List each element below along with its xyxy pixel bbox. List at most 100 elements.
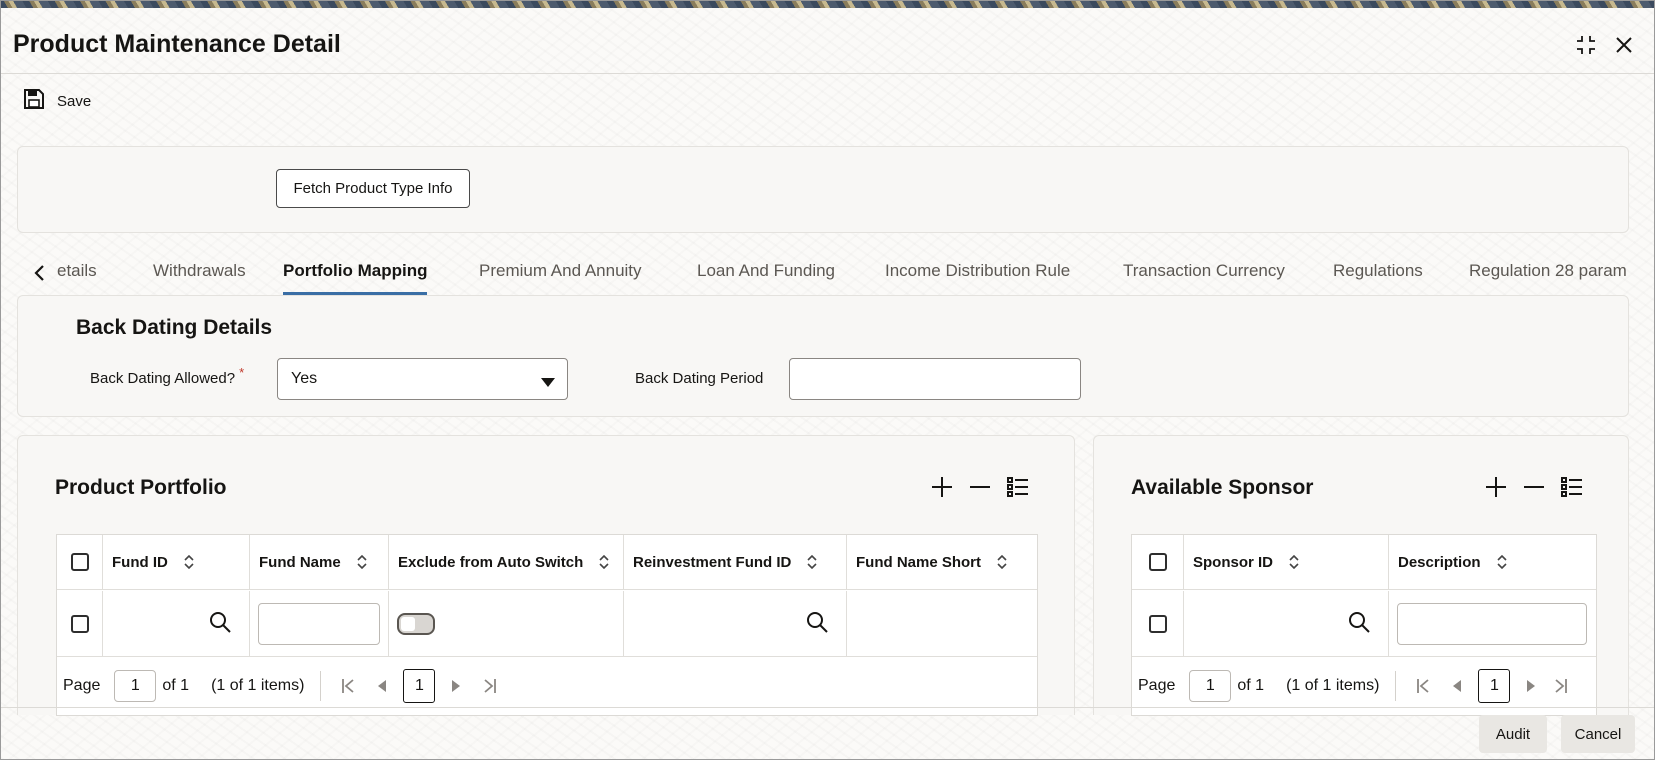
- pager-page-input[interactable]: 1: [1189, 670, 1232, 702]
- col-header-label: Description: [1398, 553, 1481, 571]
- select-all-cell: [57, 535, 103, 589]
- sort-icon[interactable]: [1496, 555, 1507, 569]
- footer-divider: [1, 707, 1654, 708]
- first-page-icon[interactable]: [335, 678, 361, 694]
- col-header-label: Fund ID: [112, 553, 168, 571]
- select-all-checkbox[interactable]: [70, 553, 89, 571]
- search-icon[interactable]: [1348, 611, 1370, 637]
- exclude-auto-switch-toggle[interactable]: [397, 612, 435, 635]
- sort-icon[interactable]: [997, 555, 1007, 569]
- col-header-description[interactable]: Description: [1389, 535, 1596, 589]
- pager-items-label: (1 of 1 items): [211, 677, 305, 694]
- add-row-icon[interactable]: [1482, 473, 1510, 501]
- tab-income-distribution-rule[interactable]: Income Distribution Rule: [885, 261, 1070, 295]
- next-page-icon[interactable]: [443, 680, 469, 692]
- col-header-label: Fund Name Short: [856, 553, 982, 571]
- reinvestment-fund-id-cell: [624, 591, 847, 656]
- table-row: [1132, 591, 1596, 657]
- remove-row-icon[interactable]: [1520, 473, 1548, 501]
- grid-header-row: Fund ID Fund Name Exclude from Auto Swit…: [57, 535, 1037, 590]
- sort-icon[interactable]: [599, 555, 609, 569]
- sort-icon[interactable]: [807, 555, 817, 569]
- sort-icon[interactable]: [357, 555, 367, 569]
- back-dating-allowed-text: Back Dating Allowed?: [90, 370, 236, 387]
- row-select-cell: [1132, 591, 1184, 656]
- prev-page-icon[interactable]: [1444, 680, 1470, 692]
- add-row-icon[interactable]: [928, 473, 956, 501]
- sponsor-id-cell: [1184, 591, 1389, 656]
- col-header-label: Exclude from Auto Switch: [398, 553, 584, 571]
- cancel-button[interactable]: Cancel: [1561, 715, 1635, 753]
- audit-button[interactable]: Audit: [1479, 715, 1547, 753]
- toolbar: Save: [1, 74, 1654, 130]
- required-marker: *: [239, 365, 245, 380]
- chevron-left-icon[interactable]: [27, 259, 51, 287]
- list-view-icon[interactable]: [1004, 473, 1032, 501]
- save-button[interactable]: Save: [23, 88, 91, 114]
- pager-of-label: of 1: [1237, 677, 1265, 694]
- back-dating-period-label: Back Dating Period: [635, 370, 764, 387]
- tab-portfolio-mapping[interactable]: Portfolio Mapping: [283, 261, 428, 295]
- description-input[interactable]: [1397, 602, 1587, 645]
- select-all-checkbox[interactable]: [1148, 553, 1167, 571]
- fetch-product-type-info-button[interactable]: Fetch Product Type Info: [276, 169, 470, 208]
- available-sponsor-title: Available Sponsor: [1131, 476, 1314, 499]
- product-portfolio-pager: Page 1 of 1 (1 of 1 items) 1: [63, 658, 503, 714]
- col-header-reinvestment-fund-id[interactable]: Reinvestment Fund ID: [624, 535, 847, 589]
- decorative-header-strip: [1, 1, 1654, 8]
- row-select-cell: [57, 591, 103, 656]
- title-bar: Product Maintenance Detail: [1, 8, 1654, 74]
- grid-header-row: Sponsor ID Description: [1132, 535, 1596, 590]
- exclude-auto-switch-cell: [389, 591, 624, 656]
- back-dating-allowed-select[interactable]: Yes: [277, 358, 568, 400]
- close-icon[interactable]: [1607, 28, 1641, 62]
- prev-page-icon[interactable]: [369, 680, 395, 692]
- sort-icon[interactable]: [184, 555, 194, 569]
- col-header-sponsor-id[interactable]: Sponsor ID: [1184, 535, 1389, 589]
- product-portfolio-title: Product Portfolio: [55, 476, 227, 499]
- back-dating-panel: Back Dating Details Back Dating Allowed?…: [17, 295, 1629, 417]
- col-header-label: Fund Name: [259, 553, 341, 571]
- col-header-fund-name-short[interactable]: Fund Name Short: [847, 535, 1037, 589]
- search-icon[interactable]: [806, 611, 828, 637]
- pager-of-label: of 1: [162, 677, 190, 694]
- save-label: Save: [57, 92, 92, 110]
- tab-transaction-currency[interactable]: Transaction Currency: [1123, 261, 1285, 295]
- last-page-icon[interactable]: [1548, 678, 1574, 694]
- available-sponsor-pager: Page 1 of 1 (1 of 1 items) 1: [1138, 658, 1574, 714]
- tab-regulation-28-param[interactable]: Regulation 28 param: [1469, 261, 1627, 295]
- fund-name-short-cell: [847, 591, 1037, 656]
- current-page-button[interactable]: 1: [1478, 669, 1511, 703]
- col-header-fund-id[interactable]: Fund ID: [103, 535, 250, 589]
- fund-name-input[interactable]: [258, 602, 380, 645]
- pager-page-input[interactable]: 1: [114, 670, 157, 702]
- product-portfolio-panel: Product Portfolio Fund ID Fund Name Excl…: [17, 435, 1075, 716]
- row-checkbox[interactable]: [1148, 614, 1167, 633]
- col-header-fund-name[interactable]: Fund Name: [250, 535, 389, 589]
- pager-page-label: Page: [1138, 677, 1176, 694]
- back-dating-period-input[interactable]: [789, 358, 1081, 400]
- sort-icon[interactable]: [1289, 555, 1299, 569]
- remove-row-icon[interactable]: [966, 473, 994, 501]
- save-icon: [23, 88, 45, 114]
- next-page-icon[interactable]: [1518, 680, 1544, 692]
- tab-regulations[interactable]: Regulations: [1333, 261, 1423, 295]
- search-icon[interactable]: [209, 611, 231, 637]
- tab-loan-and-funding[interactable]: Loan And Funding: [697, 261, 835, 295]
- last-page-icon[interactable]: [477, 678, 503, 694]
- collapse-icon[interactable]: [1569, 28, 1603, 62]
- caret-down-icon: [541, 374, 555, 392]
- list-view-icon[interactable]: [1558, 473, 1586, 501]
- row-checkbox[interactable]: [70, 614, 89, 633]
- header-panel: Fetch Product Type Info: [17, 146, 1629, 233]
- tab-withdrawals[interactable]: Withdrawals: [153, 261, 246, 295]
- tab-premium-and-annuity[interactable]: Premium And Annuity: [479, 261, 642, 295]
- back-dating-allowed-label: Back Dating Allowed? *: [90, 365, 244, 387]
- tab-details[interactable]: etails: [57, 261, 97, 295]
- available-sponsor-panel: Available Sponsor Sponsor ID Description…: [1093, 435, 1629, 716]
- current-page-button[interactable]: 1: [403, 669, 436, 703]
- window-title: Product Maintenance Detail: [13, 30, 341, 58]
- first-page-icon[interactable]: [1410, 678, 1436, 694]
- product-portfolio-grid: Fund ID Fund Name Exclude from Auto Swit…: [56, 534, 1038, 716]
- col-header-exclude-auto-switch[interactable]: Exclude from Auto Switch: [389, 535, 624, 589]
